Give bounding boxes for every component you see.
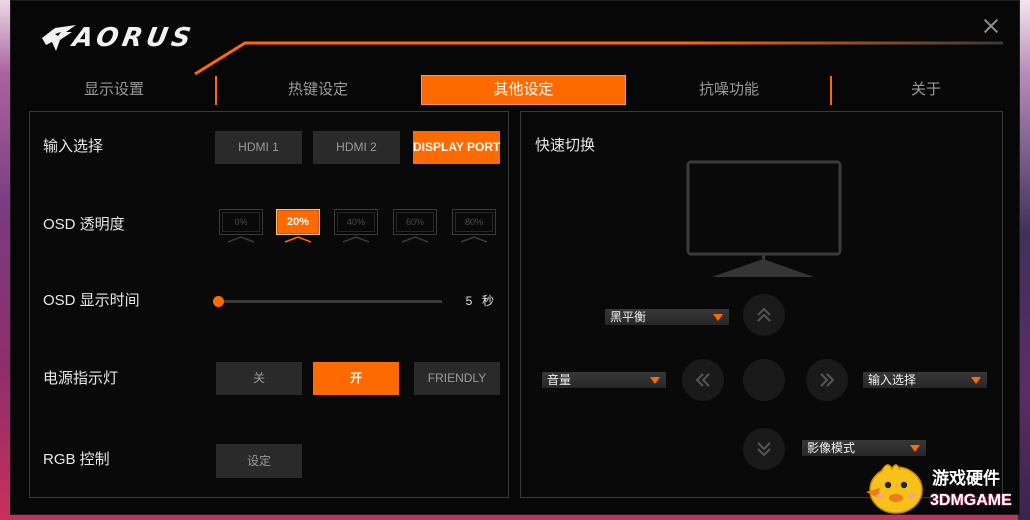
tab-other-settings[interactable]: 其他设定 xyxy=(421,75,626,105)
osd-transparency-option-0[interactable]: 0% xyxy=(219,209,263,243)
osd-transparency-option-60[interactable]: 60% xyxy=(393,209,437,243)
tab-noise-cancel[interactable]: 抗噪功能 xyxy=(644,75,814,105)
dropdown-arrow-icon xyxy=(910,445,920,452)
power-led-on-button[interactable]: 开 xyxy=(313,362,399,395)
power-led-label: 电源指示灯 xyxy=(43,370,119,387)
quick-switch-up-button[interactable] xyxy=(743,294,785,336)
chick-mascot-icon xyxy=(866,464,923,514)
monitor-stand-icon xyxy=(342,236,370,243)
quick-switch-up-dropdown[interactable]: 黑平衡 xyxy=(605,309,729,325)
watermark-text-line1: 游戏硬件 xyxy=(932,469,1000,488)
app-window: AORUS 显示设置 热键设定 其他设定 抗噪功能 关于 输入选择 HDMI 1… xyxy=(10,0,1020,515)
osd-time-value: 5 xyxy=(465,294,473,308)
input-select-label: 输入选择 xyxy=(43,138,104,155)
power-led-friendly-button[interactable]: FRIENDLY xyxy=(414,362,500,395)
dropdown-value: 影像模式 xyxy=(807,441,856,455)
quick-switch-center-button[interactable] xyxy=(743,359,785,401)
osd-transparency-label: OSD 透明度 xyxy=(43,216,125,233)
monitor-stand-icon xyxy=(460,236,488,243)
osd-transparency-option-20[interactable]: 20% xyxy=(276,209,320,243)
dropdown-value: 黑平衡 xyxy=(610,310,647,324)
tab-hotkey-settings[interactable]: 热键设定 xyxy=(233,75,403,105)
rgb-settings-button[interactable]: 设定 xyxy=(216,444,302,478)
osd-option-text: 60% xyxy=(393,209,437,235)
double-chevron-left-icon xyxy=(695,373,710,387)
close-icon[interactable] xyxy=(981,16,1001,36)
osd-option-text: 0% xyxy=(219,209,263,235)
monitor-stand-icon xyxy=(401,236,429,243)
dropdown-arrow-icon xyxy=(650,377,660,384)
osd-time-unit: 秒 xyxy=(482,294,495,308)
tab-about[interactable]: 关于 xyxy=(841,75,1011,105)
double-chevron-up-icon xyxy=(757,307,771,322)
aorus-logo-text: AORUS xyxy=(70,23,197,53)
quick-switch-right-button[interactable] xyxy=(806,359,848,401)
input-hdmi2-button[interactable]: HDMI 2 xyxy=(313,131,400,164)
watermark-text-line2: 3DMGAME xyxy=(930,492,1012,509)
osd-option-text: 40% xyxy=(334,209,378,235)
double-chevron-right-icon xyxy=(820,373,835,387)
quick-switch-panel: 快速切换 黑平衡 音量 输入选择 影像模式 xyxy=(520,111,1003,498)
other-settings-panel: 输入选择 HDMI 1 HDMI 2 DISPLAY PORT OSD 透明度 … xyxy=(29,111,509,498)
quick-switch-down-dropdown[interactable]: 影像模式 xyxy=(802,440,926,456)
osd-time-slider-knob[interactable] xyxy=(212,296,224,307)
input-displayport-button[interactable]: DISPLAY PORT xyxy=(413,131,500,164)
dropdown-arrow-icon xyxy=(971,377,981,384)
double-chevron-down-icon xyxy=(757,442,771,457)
osd-time-slider-track[interactable] xyxy=(218,300,442,303)
quick-switch-right-dropdown[interactable]: 输入选择 xyxy=(863,372,987,388)
tab-divider xyxy=(215,76,217,105)
rgb-control-label: RGB 控制 xyxy=(43,451,110,468)
monitor-stand-icon xyxy=(227,236,255,243)
osd-option-text: 20% xyxy=(276,209,320,235)
monitor-icon xyxy=(686,160,842,277)
quick-switch-left-button[interactable] xyxy=(682,359,724,401)
osd-display-time-label: OSD 显示时间 xyxy=(43,292,140,309)
dropdown-arrow-icon xyxy=(713,314,723,321)
input-hdmi1-button[interactable]: HDMI 1 xyxy=(215,131,302,164)
tab-divider xyxy=(830,76,832,105)
tab-display-settings[interactable]: 显示设置 xyxy=(29,75,199,105)
quick-switch-down-button[interactable] xyxy=(743,428,785,470)
quick-switch-left-dropdown[interactable]: 音量 xyxy=(542,372,666,388)
dropdown-value: 音量 xyxy=(547,373,572,387)
osd-transparency-option-40[interactable]: 40% xyxy=(334,209,378,243)
osd-transparency-option-80[interactable]: 80% xyxy=(452,209,496,243)
osd-option-text: 80% xyxy=(452,209,496,235)
monitor-stand-icon xyxy=(284,236,312,243)
power-led-off-button[interactable]: 关 xyxy=(216,362,302,395)
quick-switch-title: 快速切换 xyxy=(535,137,596,154)
dropdown-value: 输入选择 xyxy=(868,373,917,387)
